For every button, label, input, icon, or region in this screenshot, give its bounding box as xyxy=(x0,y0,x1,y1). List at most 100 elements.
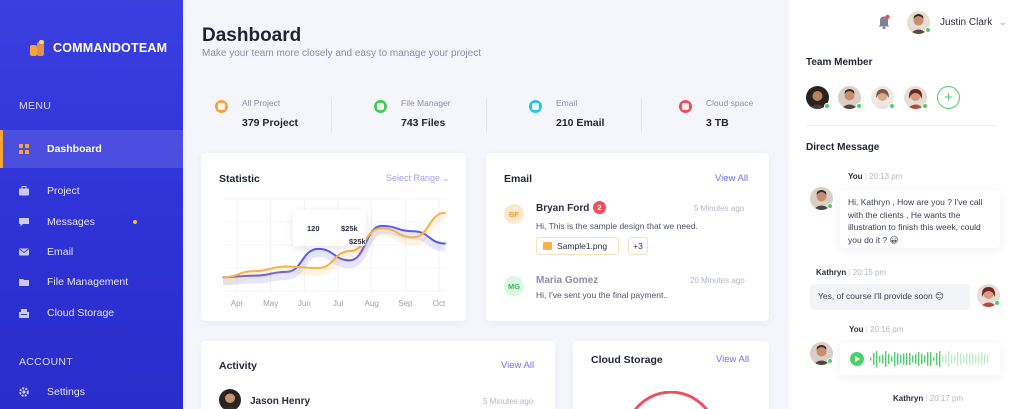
message-meta: You | 20:13 pm xyxy=(848,172,903,181)
waveform-bar xyxy=(948,351,950,367)
sidebar-item-file-management[interactable]: File Management xyxy=(0,267,183,297)
waveform-bar xyxy=(987,355,989,363)
message-time: 20:17 pm xyxy=(929,394,964,403)
sidebar-item-settings[interactable]: Settings xyxy=(0,377,183,407)
stat-value: 210 Email xyxy=(556,117,605,129)
right-panel: Justin Clark ⌄ Team Member + Direct Mess… xyxy=(789,0,1024,409)
more-attachments-chip[interactable]: +3 xyxy=(628,237,648,255)
storage-ring-chart xyxy=(634,391,708,409)
plus-icon: + xyxy=(944,89,953,106)
online-status-dot xyxy=(994,300,1000,306)
stat-all-project[interactable]: All Project 379 Project xyxy=(215,98,298,129)
online-status-dot xyxy=(922,103,928,109)
waveform-bar xyxy=(900,354,902,364)
mail-icon xyxy=(529,100,542,113)
divider xyxy=(331,98,332,132)
brand-name: COMMANDOTEAM xyxy=(53,41,168,55)
waveform-bar xyxy=(891,356,893,362)
message-bubble: Yes, of course I'll provide soon 😊 xyxy=(810,284,970,310)
email-view-all-link[interactable]: View All xyxy=(715,173,748,184)
sidebar-item-email[interactable]: Email xyxy=(0,237,183,267)
waveform-bar xyxy=(939,351,941,367)
message-sender: You xyxy=(848,172,863,181)
waveform-bar xyxy=(882,354,884,364)
sidebar-item-messages[interactable]: Messages xyxy=(0,207,183,237)
activity-user-name: Jason Henry xyxy=(250,396,311,407)
divider xyxy=(641,98,642,132)
unread-count-badge: 2 xyxy=(593,201,606,214)
email-time: 5 Minutes ago xyxy=(694,204,745,213)
message-sender: Kathryn xyxy=(816,268,847,277)
sidebar-item-label: Cloud Storage xyxy=(47,307,115,319)
select-range-dropdown[interactable]: Select Range ⌄ xyxy=(386,173,449,183)
online-status-dot xyxy=(889,103,895,109)
mail-icon xyxy=(19,247,29,257)
waveform-bar xyxy=(984,353,986,365)
waveform-bar xyxy=(951,354,953,364)
stat-cloud-space[interactable]: Cloud space 3 TB xyxy=(679,98,753,129)
file-icon xyxy=(374,100,387,113)
user-name-label: Justin Clark xyxy=(940,17,993,28)
team-member-title: Team Member xyxy=(806,57,873,68)
attachment-chip[interactable]: Sample1.png xyxy=(536,237,619,255)
waveform-bar xyxy=(945,354,947,364)
message-meta: Kathryn | 20:17 pm xyxy=(893,394,964,403)
online-status-dot xyxy=(824,103,830,109)
waveform-bar xyxy=(876,351,878,367)
activity-view-all-link[interactable]: View All xyxy=(501,360,534,371)
waveform-bar xyxy=(921,353,923,365)
card-title: Cloud Storage xyxy=(591,354,663,366)
waveform-bar xyxy=(933,357,935,361)
waveform-bar xyxy=(957,351,959,367)
user-name[interactable]: Justin Clark ⌄ xyxy=(940,17,1007,28)
email-card: Email View All BF Bryan Ford 2 5 Minutes… xyxy=(486,153,769,321)
x-tick-label: Sep xyxy=(398,299,413,308)
sidebar-item-project[interactable]: Project xyxy=(0,176,183,206)
x-tick-label: Aug xyxy=(365,299,379,308)
cloud-view-all-link[interactable]: View All xyxy=(716,354,749,365)
page-title: Dashboard xyxy=(202,25,302,46)
bell-icon[interactable] xyxy=(877,14,891,34)
stat-email[interactable]: Email 210 Email xyxy=(529,98,604,129)
folder-icon xyxy=(19,277,29,287)
stat-value: 379 Project xyxy=(242,117,299,129)
sidebar-item-dashboard[interactable]: Dashboard xyxy=(0,130,183,168)
x-tick-label: Jun xyxy=(298,299,311,308)
sidebar-item-label: File Management xyxy=(47,276,129,288)
activity-card: Activity View All Jason Henry 5 Minutes … xyxy=(201,341,555,409)
message-time: 20:16 pm xyxy=(870,325,904,334)
email-time: 20 Minutes ago xyxy=(690,276,745,285)
stat-file-manager[interactable]: File Manager 743 Files xyxy=(374,98,451,129)
waveform-bar xyxy=(879,355,881,363)
x-tick-label: May xyxy=(263,299,278,308)
waveform-bar xyxy=(894,351,896,367)
message-bubble: Hi, Kathryn , How are you ? I've call wi… xyxy=(840,190,1000,248)
card-title: Statistic xyxy=(219,173,260,185)
add-member-button[interactable]: + xyxy=(937,86,960,109)
direct-message-title: Direct Message xyxy=(806,142,880,153)
play-icon[interactable] xyxy=(850,352,864,366)
account-section-label: ACCOUNT xyxy=(19,356,74,368)
grid-icon xyxy=(19,144,29,154)
message-time: 20:15 pm xyxy=(852,268,887,277)
unread-dot xyxy=(133,220,137,224)
stat-label: Email xyxy=(556,98,578,108)
avatar: MG xyxy=(504,276,524,296)
message-meta: Kathryn | 20:15 pm xyxy=(816,268,887,277)
online-status-dot xyxy=(827,203,833,209)
waveform-bar xyxy=(888,354,890,364)
waveform-bar xyxy=(885,351,887,367)
email-sender: Bryan Ford xyxy=(536,203,590,214)
message-sender: You xyxy=(849,325,864,334)
voice-message-bubble[interactable] xyxy=(840,343,1000,375)
brand[interactable]: COMMANDOTEAM xyxy=(30,40,167,56)
logo-icon xyxy=(30,40,44,56)
waveform-bar xyxy=(912,355,914,363)
x-tick-label: Oct xyxy=(433,299,446,308)
sidebar-item-cloud-storage[interactable]: Cloud Storage xyxy=(0,298,183,328)
activity-time: 5 Minutes ago xyxy=(483,397,534,406)
card-title: Email xyxy=(504,173,533,185)
waveform-bar xyxy=(870,357,872,361)
waveform-bar xyxy=(915,353,917,365)
waveform-bar xyxy=(873,352,875,366)
